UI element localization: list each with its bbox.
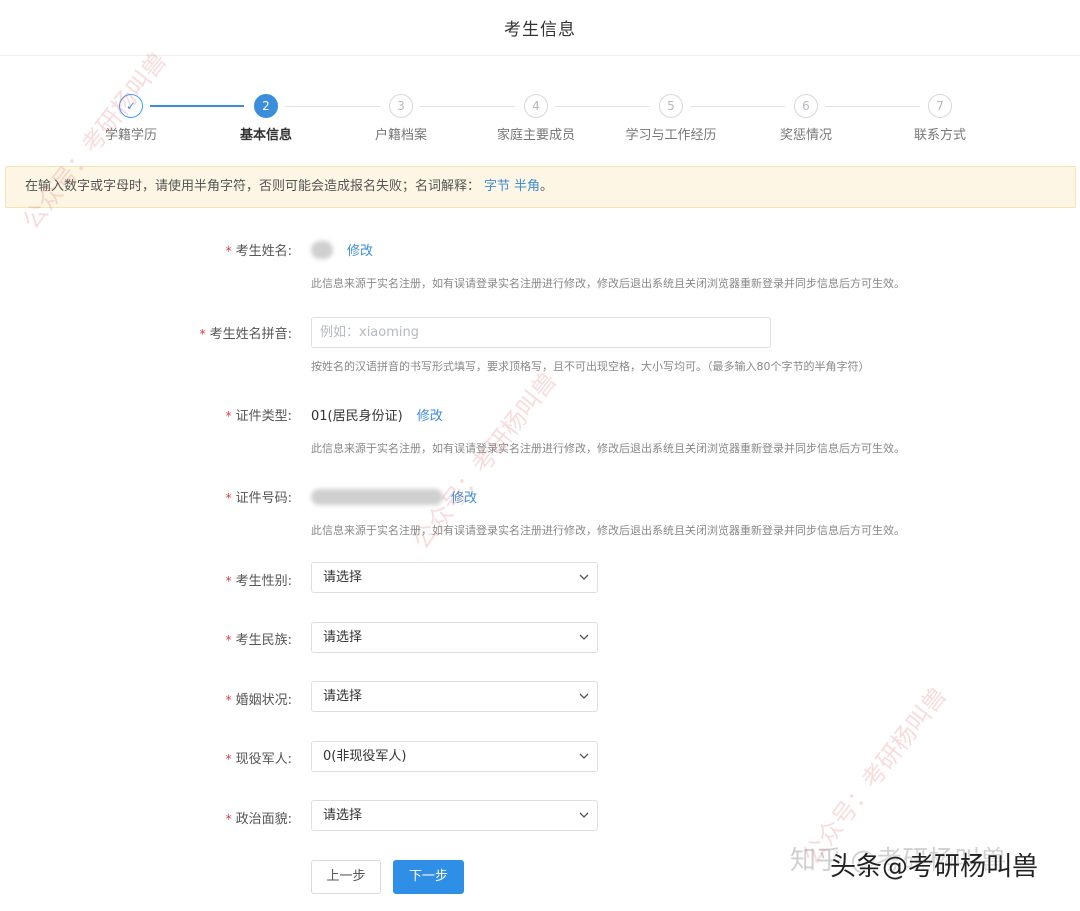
notice-text: 在输入数字或字母时，请使用半角字符，否则可能会造成报名失败；名词解释： [25, 179, 481, 194]
page-title: 考生信息 [504, 20, 576, 40]
step-label: 学习与工作经历 [625, 128, 717, 143]
chevron-down-icon [579, 574, 589, 580]
field-label: * 证件类型: [225, 409, 292, 424]
step-7[interactable]: 7 联系方式 [880, 94, 1000, 143]
pinyin-hint: 按姓名的汉语拼音的书写形式填写，要求顶格写，且不可出现空格，大小写均可。（最多输… [311, 360, 870, 373]
header: 考生信息 [0, 0, 1080, 56]
id-number-hint: 此信息来源于实名注册，如有误请登录实名注册进行修改，修改后退出系统且关闭浏览器重… [311, 524, 905, 537]
notice-link-halfwidth[interactable]: 半角 [514, 179, 540, 194]
field-label: * 考生姓名拼音: [199, 327, 292, 342]
name-value: 修改 [311, 240, 373, 259]
edit-name-link[interactable]: 修改 [347, 240, 373, 259]
step-label: 学籍学历 [104, 128, 157, 143]
step-2[interactable]: 2 基本信息 [206, 94, 326, 143]
step-label: 奖惩情况 [779, 128, 832, 143]
notice-link-byte[interactable]: 字节 [484, 179, 510, 194]
field-label: * 现役军人: [225, 752, 292, 767]
step-1[interactable]: ✓ 学籍学历 [71, 94, 191, 143]
chevron-down-icon [579, 693, 589, 699]
field-label: * 考生性别: [225, 574, 292, 589]
id-type-value: 01(居民身份证) 修改 [311, 405, 443, 424]
field-label: * 婚姻状况: [225, 693, 292, 708]
field-label: * 考生民族: [225, 633, 292, 648]
notice-banner: 在输入数字或字母时，请使用半角字符，否则可能会造成报名失败；名词解释： 字节 半角。 [5, 166, 1076, 208]
step-4[interactable]: 4 家庭主要成员 [476, 94, 596, 143]
notice-end: 。 [540, 179, 554, 194]
prev-step-button[interactable]: 上一步 [311, 860, 381, 894]
step-label: 家庭主要成员 [496, 128, 575, 143]
chevron-down-icon [579, 753, 589, 759]
step-label: 联系方式 [913, 128, 966, 143]
chevron-down-icon [579, 634, 589, 640]
id-type-hint: 此信息来源于实名注册，如有误请登录实名注册进行修改，修改后退出系统且关闭浏览器重… [311, 442, 905, 455]
page: 考生信息 ✓ 学籍学历 2 基本信息 3 户籍档案 4 家庭主要成员 5 学习与… [0, 0, 1080, 911]
check-icon: ✓ [119, 94, 143, 118]
step-label: 基本信息 [239, 128, 292, 143]
step-number: 6 [794, 94, 818, 118]
step-number: 7 [928, 94, 952, 118]
pinyin-input[interactable] [311, 317, 771, 348]
step-label: 户籍档案 [374, 128, 427, 143]
edit-id-number-link[interactable]: 修改 [451, 487, 477, 506]
watermark-footer: 知乎 @考研杨叫兽 头条@考研杨叫兽 [790, 846, 1038, 883]
chevron-down-icon [579, 812, 589, 818]
edit-id-type-link[interactable]: 修改 [417, 405, 443, 424]
id-number-value: 修改 [311, 487, 477, 506]
step-number: 5 [659, 94, 683, 118]
field-label: * 证件号码: [225, 491, 292, 506]
field-label: * 政治面貌: [225, 812, 292, 827]
step-number: 2 [254, 94, 278, 118]
redacted-id-number [311, 488, 443, 505]
ethnicity-select[interactable]: 请选择 [311, 622, 598, 653]
field-label: * 考生姓名: [225, 244, 292, 259]
step-number: 4 [524, 94, 548, 118]
step-3[interactable]: 3 户籍档案 [341, 94, 461, 143]
step-5[interactable]: 5 学习与工作经历 [611, 94, 731, 143]
military-select[interactable]: 0(非现役军人) [311, 741, 598, 772]
name-hint: 此信息来源于实名注册，如有误请登录实名注册进行修改，修改后退出系统且关闭浏览器重… [311, 277, 905, 290]
redacted-name [311, 240, 333, 259]
step-number: 3 [389, 94, 413, 118]
next-step-button[interactable]: 下一步 [393, 860, 464, 894]
step-6[interactable]: 6 奖惩情况 [746, 94, 866, 143]
stepper: ✓ 学籍学历 2 基本信息 3 户籍档案 4 家庭主要成员 5 学习与工作经历 … [0, 94, 1080, 154]
watermark-main: 头条@考研杨叫兽 [830, 852, 1039, 882]
gender-select[interactable]: 请选择 [311, 562, 598, 593]
political-select[interactable]: 请选择 [311, 800, 598, 831]
marital-select[interactable]: 请选择 [311, 681, 598, 712]
